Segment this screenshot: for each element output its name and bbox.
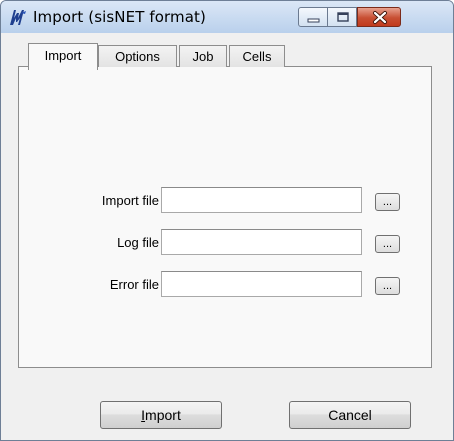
import-file-label: Import file — [101, 193, 159, 208]
tab-import[interactable]: Import — [28, 43, 98, 70]
import-button-label: mport — [145, 407, 181, 423]
window-title: Import (sisNET format) — [33, 8, 206, 26]
import-dialog-window: Import (sisNET format) Import file ... L… — [0, 0, 454, 441]
import-button[interactable]: Import — [100, 401, 222, 429]
close-button[interactable] — [357, 7, 401, 27]
tab-panel-import: Import file ... Log file ... Error file … — [18, 66, 432, 368]
import-file-input[interactable] — [161, 187, 362, 213]
minimize-button[interactable] — [298, 7, 328, 27]
tab-options[interactable]: Options — [98, 45, 177, 67]
import-file-browse-button[interactable]: ... — [375, 193, 400, 211]
app-logo-icon — [10, 10, 26, 25]
minimize-icon — [307, 18, 320, 23]
cancel-button[interactable]: Cancel — [289, 401, 411, 429]
tab-cells[interactable]: Cells — [229, 45, 285, 67]
log-file-browse-button[interactable]: ... — [375, 235, 400, 253]
tab-job[interactable]: Job — [179, 45, 227, 67]
maximize-icon — [337, 12, 349, 22]
title-bar[interactable]: Import (sisNET format) — [1, 1, 453, 33]
error-file-browse-button[interactable]: ... — [375, 277, 400, 295]
error-file-input[interactable] — [161, 271, 362, 297]
close-icon — [373, 11, 387, 24]
log-file-input[interactable] — [161, 229, 362, 255]
log-file-label: Log file — [117, 235, 159, 250]
error-file-label: Error file — [109, 277, 159, 292]
maximize-button[interactable] — [327, 7, 357, 27]
